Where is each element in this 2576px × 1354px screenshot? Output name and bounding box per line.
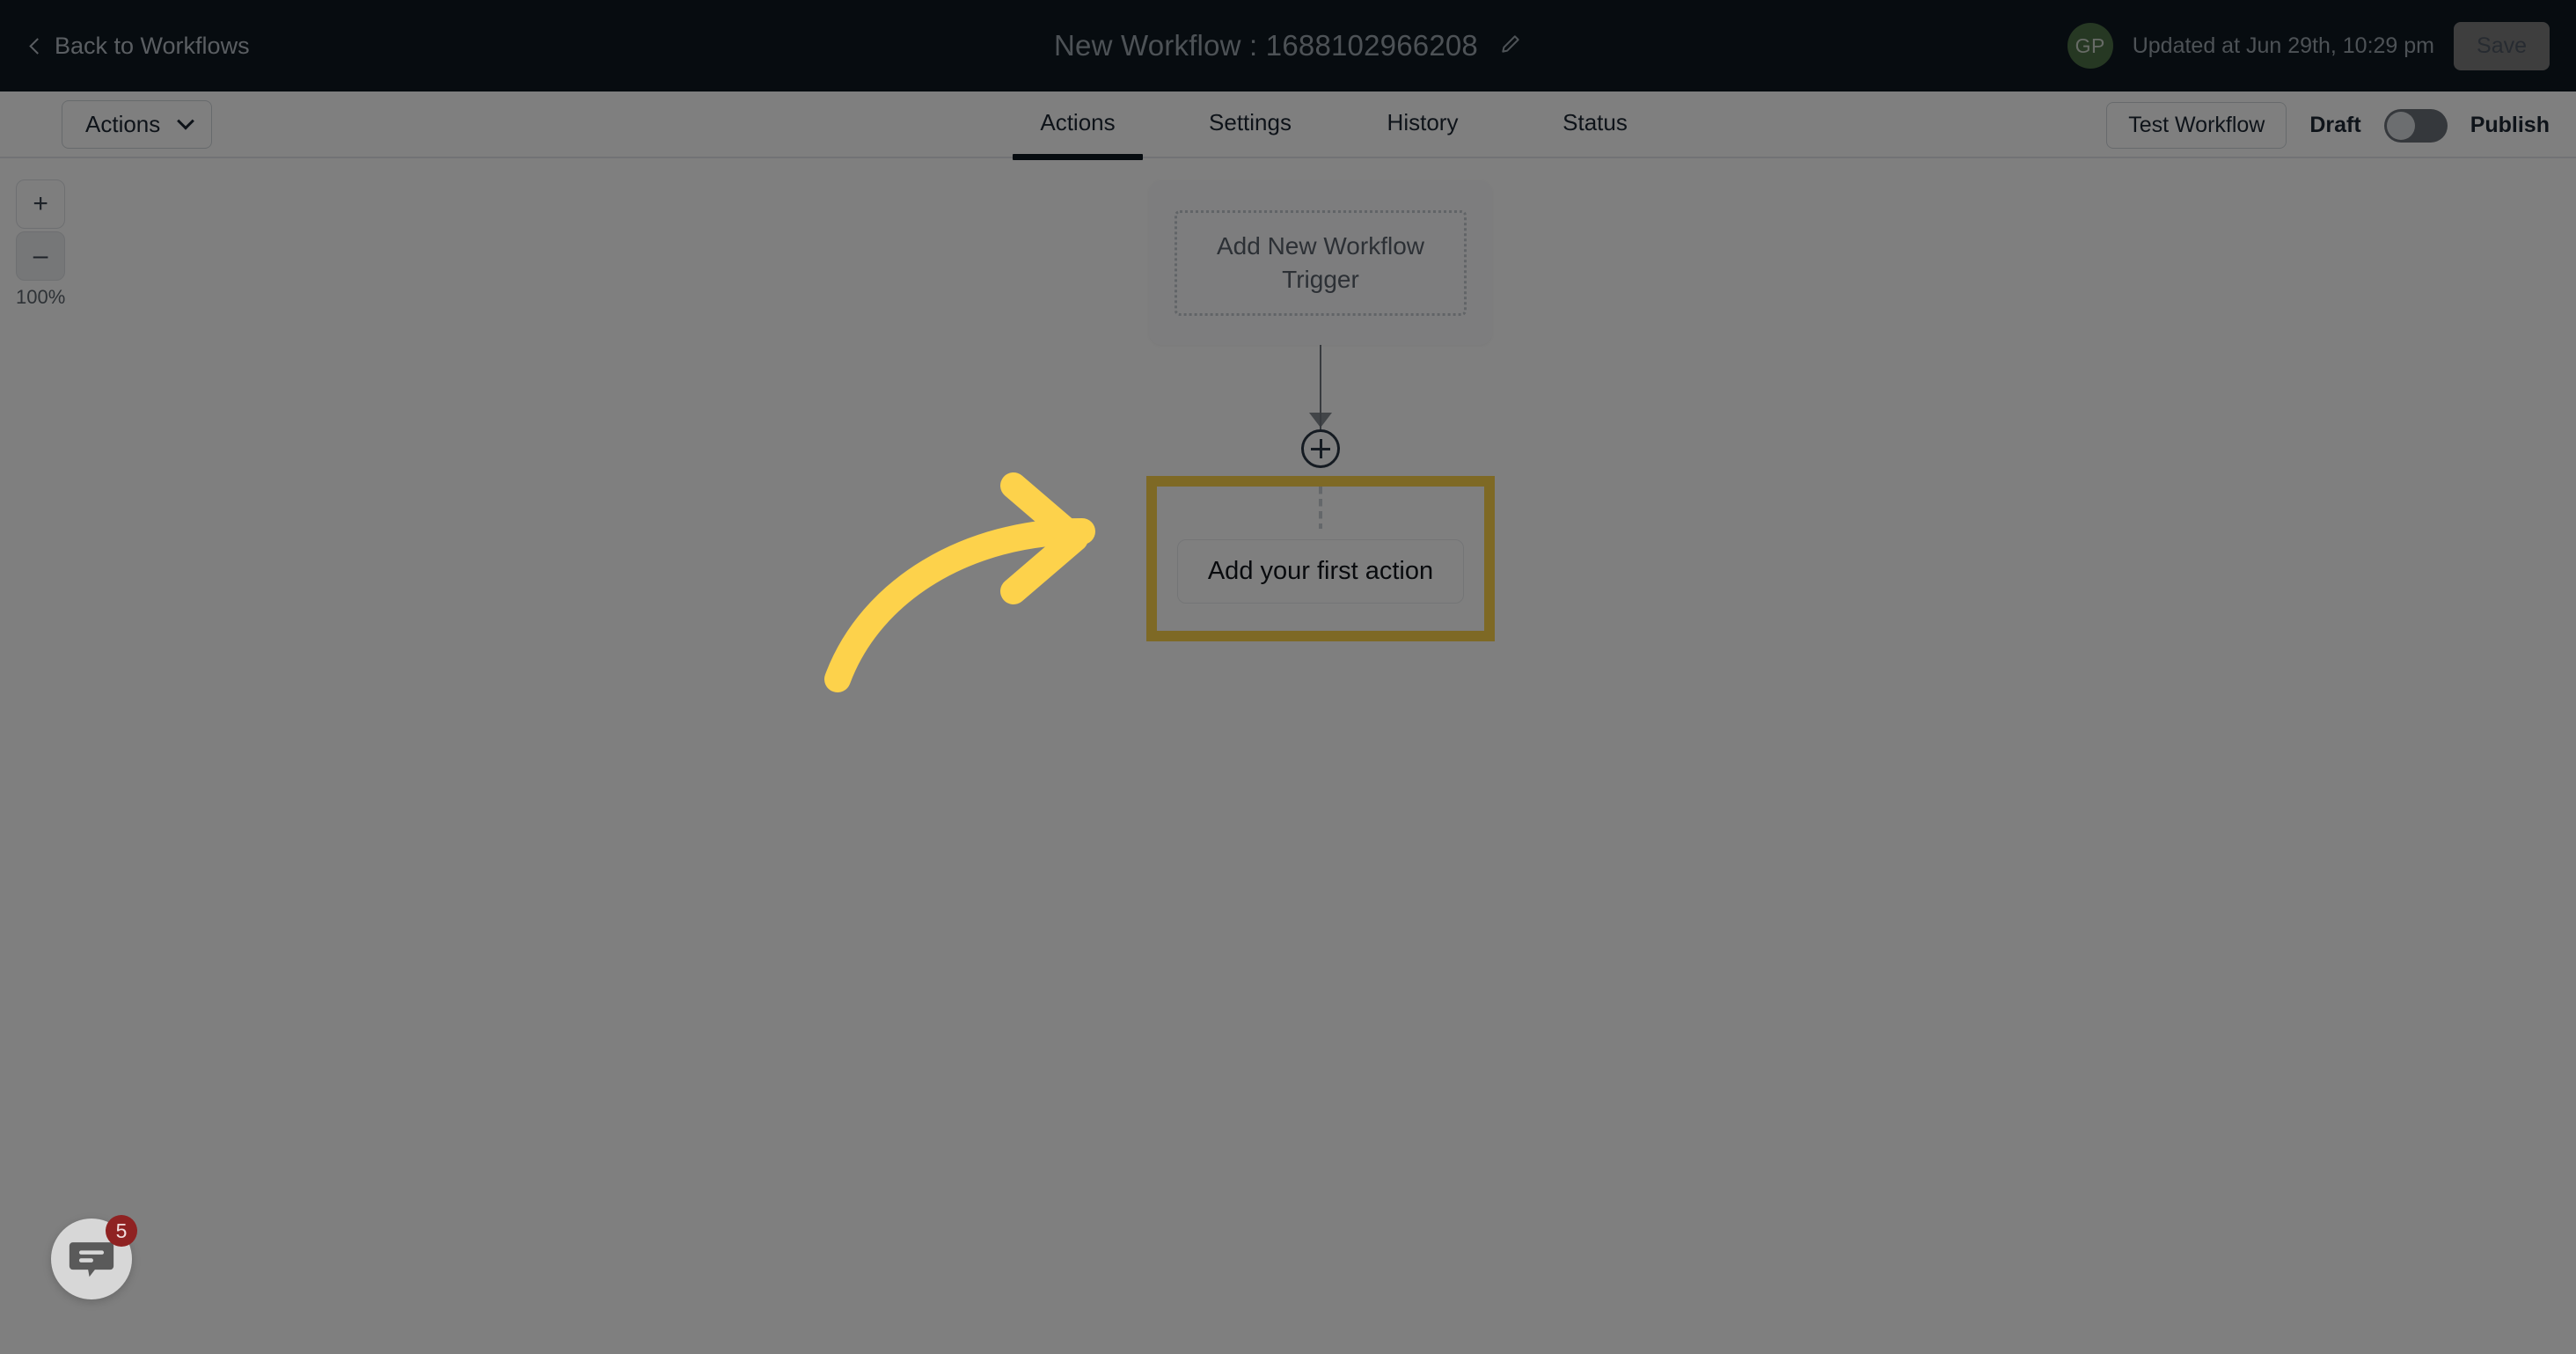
pencil-icon[interactable]	[1499, 33, 1522, 60]
tab-settings-label: Settings	[1209, 109, 1292, 135]
plus-circle-icon[interactable]	[1301, 429, 1340, 468]
add-workflow-trigger-button[interactable]: Add New Workflow Trigger	[1175, 209, 1467, 316]
top-header-bar: Back to Workflows New Workflow : 1688102…	[0, 0, 2576, 91]
toolbar: Actions Actions Settings History Status …	[0, 91, 2576, 160]
add-first-action-button[interactable]: Add your first action	[1176, 538, 1465, 604]
last-updated-text: Updated at Jun 29th, 10:29 pm	[2132, 33, 2435, 58]
publish-toggle[interactable]	[2383, 108, 2448, 143]
zoom-controls: + – 100%	[16, 179, 65, 309]
chat-unread-badge: 5	[106, 1215, 137, 1247]
actions-dropdown[interactable]: Actions	[62, 100, 213, 149]
actions-dropdown-label: Actions	[85, 111, 161, 137]
draft-label: Draft	[2309, 113, 2361, 137]
avatar[interactable]: GP	[2067, 23, 2113, 69]
tab-actions-label: Actions	[1040, 109, 1116, 135]
tab-status[interactable]: Status	[1509, 91, 1681, 158]
header-right-group: GP Updated at Jun 29th, 10:29 pm Save	[2067, 21, 2550, 70]
workflow-builder-app: Back to Workflows New Workflow : 1688102…	[0, 0, 2576, 1354]
tab-bar: Actions Settings History Status	[992, 91, 1681, 160]
page-title: New Workflow : 1688102966208	[1054, 29, 1478, 62]
publish-label: Publish	[2470, 113, 2550, 137]
zoom-level-label: 100%	[16, 286, 66, 308]
connector-arrowhead-icon	[1309, 413, 1332, 428]
first-action-card: Add your first action	[1157, 487, 1484, 631]
tab-history-label: History	[1387, 109, 1459, 135]
zoom-in-button[interactable]: +	[16, 179, 66, 229]
workflow-trigger-card: Add New Workflow Trigger	[1149, 180, 1492, 345]
tab-settings[interactable]: Settings	[1164, 91, 1336, 158]
toolbar-right-group: Test Workflow Draft Publish	[2106, 102, 2550, 149]
dashed-connector-stub	[1319, 487, 1322, 529]
chat-widget[interactable]: 5	[51, 1215, 137, 1299]
avatar-initials: GP	[2075, 33, 2105, 57]
chevron-down-icon	[177, 112, 195, 130]
tab-status-label: Status	[1562, 109, 1628, 135]
trigger-to-action-connector	[1149, 345, 1492, 429]
test-workflow-button[interactable]: Test Workflow	[2106, 102, 2287, 149]
zoom-out-button[interactable]: –	[16, 231, 66, 281]
highlighted-action-region: Add your first action	[1146, 476, 1495, 641]
workflow-canvas[interactable]: + – 100% Add New Workflow Trigger Add yo…	[0, 158, 2576, 1354]
publish-toggle-knob	[2386, 111, 2415, 140]
save-button[interactable]: Save	[2454, 21, 2550, 70]
tab-actions[interactable]: Actions	[992, 91, 1164, 160]
tab-history[interactable]: History	[1336, 91, 1509, 158]
workflow-flow-graph: Add New Workflow Trigger Add your first …	[1146, 180, 1495, 641]
curved-arrow-right-icon	[818, 440, 1188, 721]
